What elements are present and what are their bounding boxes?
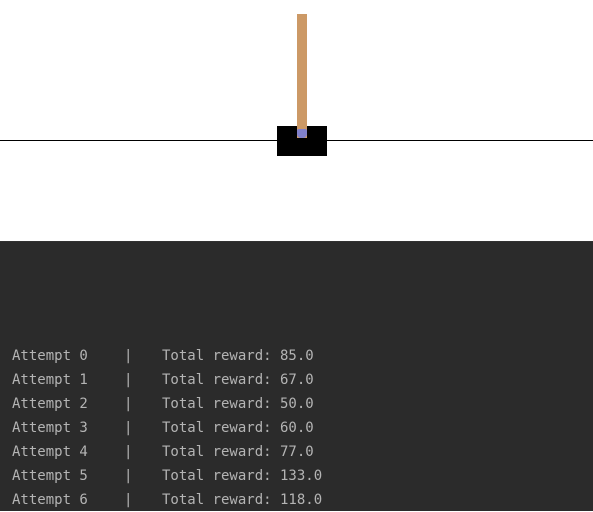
attempt-label: Attempt 1: [12, 372, 88, 388]
log-line: Attempt 0 | Total reward: 85.0: [12, 344, 322, 368]
separator: |: [124, 492, 133, 508]
attempt-label: Attempt 5: [12, 468, 88, 484]
attempt-label: Attempt 2: [12, 396, 88, 412]
pole-axle: [297, 129, 307, 138]
separator: |: [124, 396, 133, 412]
attempt-label: Attempt 6: [12, 492, 88, 508]
log-line: Attempt 4 | Total reward: 77.0: [12, 440, 322, 464]
attempt-label: Attempt 3: [12, 420, 88, 436]
log-line: Attempt 1 | Total reward: 67.0: [12, 368, 322, 392]
reward-text: Total reward: 50.0: [162, 396, 314, 412]
separator: |: [124, 468, 133, 484]
reward-text: Total reward: 67.0: [162, 372, 314, 388]
log-line: Attempt 5 | Total reward: 133.0: [12, 464, 322, 488]
separator: |: [124, 420, 133, 436]
reward-text: Total reward: 60.0: [162, 420, 314, 436]
separator: |: [124, 348, 133, 364]
environment-render-view: [0, 0, 593, 241]
separator: |: [124, 372, 133, 388]
reward-text: Total reward: 77.0: [162, 444, 314, 460]
log-line: Attempt 6 | Total reward: 118.0: [12, 488, 322, 512]
attempt-label: Attempt 0: [12, 348, 88, 364]
log-line: Attempt 2 | Total reward: 50.0: [12, 392, 322, 416]
reward-text: Total reward: 85.0: [162, 348, 314, 364]
log-line: Attempt 3 | Total reward: 60.0: [12, 416, 322, 440]
training-log: Attempt 0 | Total reward: 85.0 Attempt 1 | T…: [12, 344, 322, 512]
reward-text: Total reward: 133.0: [162, 468, 323, 484]
reward-text: Total reward: 118.0: [162, 492, 323, 508]
attempt-label: Attempt 4: [12, 444, 88, 460]
console-output-panel: Attempt 0 | Total reward: 85.0 Attempt 1 | T…: [0, 241, 593, 511]
pole: [297, 14, 307, 138]
separator: |: [124, 444, 133, 460]
